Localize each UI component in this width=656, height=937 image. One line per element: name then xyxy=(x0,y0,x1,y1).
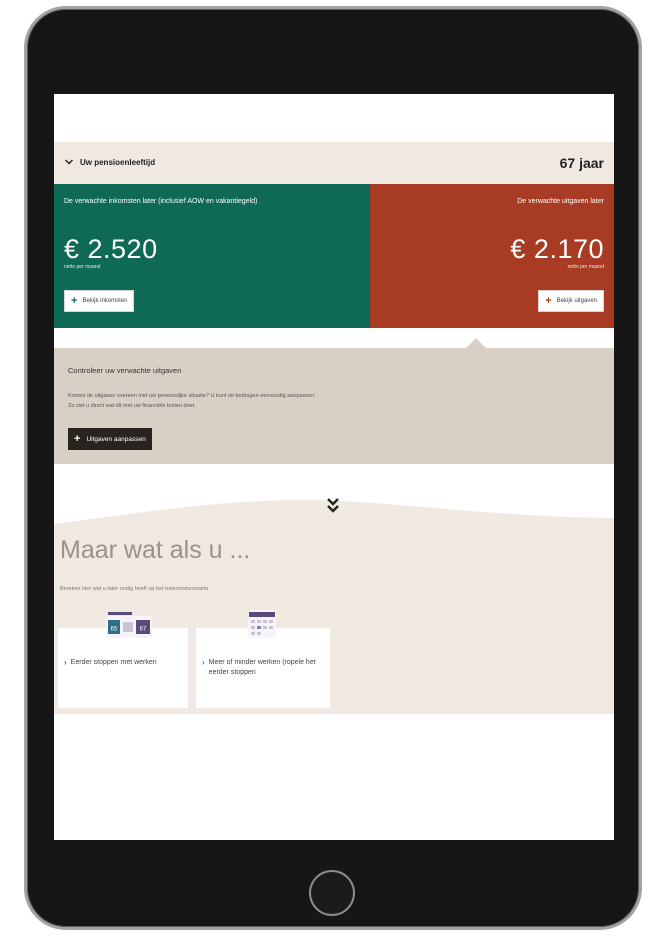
pension-age-band: Uw pensioenleeftijd 67 jaar xyxy=(54,142,614,184)
home-button[interactable] xyxy=(309,870,355,916)
icon-age-start: 65 xyxy=(111,627,118,633)
what-if-title: Maar wat als u ... xyxy=(60,536,251,564)
screen: Uw pensioenleeftijd 67 jaar De verwachte… xyxy=(54,94,614,840)
option-stop-earlier[interactable]: 65 67 › Eerder stoppen met werken xyxy=(58,612,188,708)
plus-icon: + xyxy=(71,295,78,307)
option-label-row: › Eerder stoppen met werken xyxy=(64,658,157,668)
income-period: netto per maand xyxy=(64,264,101,270)
callout-pointer xyxy=(466,338,486,348)
chevron-right-icon: › xyxy=(64,658,67,667)
adjust-expenses-label: Uitgaven aanpassen xyxy=(86,435,146,443)
view-income-label: Bekijk inkomsten xyxy=(82,298,128,304)
chevron-down-icon xyxy=(65,159,73,165)
check-expenses-title: Controleer uw verwachte uitgaven xyxy=(68,366,182,375)
check-expenses-text: Komen de uitgaven overeen met uw persoon… xyxy=(68,391,488,411)
pension-age-value: 67 jaar xyxy=(559,155,604,171)
income-card: De verwachte inkomsten later (inclusief … xyxy=(54,184,370,328)
chevron-right-icon: › xyxy=(202,658,205,667)
view-income-button[interactable]: + Bekijk inkomsten xyxy=(64,290,135,312)
option-label-row: › Meer of minder werken (ropele het eerd… xyxy=(202,658,330,678)
pension-age-label: Uw pensioenleeftijd xyxy=(80,157,156,167)
expenses-amount: € 2.170 xyxy=(510,234,604,264)
icon-age-end: 67 xyxy=(140,627,147,633)
income-amount: € 2.520 xyxy=(64,234,158,264)
view-expenses-label: Bekijk uitgaven xyxy=(556,298,597,304)
adjust-expenses-button[interactable]: + Uitgaven aanpassen xyxy=(68,428,152,450)
view-expenses-button[interactable]: + Bekijk uitgaven xyxy=(538,290,604,312)
option-label: Meer of minder werken (ropele het eerder… xyxy=(208,659,316,676)
option-label: Eerder stoppen met werken xyxy=(70,659,157,666)
what-if-text: Bereken hier wat u later nodig heeft op … xyxy=(60,586,209,592)
option-work-more-less[interactable]: › Meer of minder werken (ropele het eerd… xyxy=(196,610,330,708)
check-expenses-text-line: Zo ziet u direct wat dit met uw financië… xyxy=(68,403,196,409)
plus-icon: + xyxy=(545,295,552,307)
income-label: De verwachte inkomsten later (inclusief … xyxy=(64,198,258,205)
check-expenses-panel: Controleer uw verwachte uitgaven Komen d… xyxy=(54,348,614,464)
expenses-label: De verwachte uitgaven later xyxy=(517,198,604,205)
check-expenses-text-line: Komen de uitgaven overeen met uw persoon… xyxy=(68,393,316,399)
calendar-icon xyxy=(248,610,276,638)
double-chevron-down-icon[interactable] xyxy=(324,496,342,516)
plus-icon: + xyxy=(74,433,81,445)
expenses-period: netto per maand xyxy=(567,264,604,270)
expenses-card: De verwachte uitgaven later € 2.170 nett… xyxy=(370,184,614,328)
pension-age-toggle[interactable]: Uw pensioenleeftijd xyxy=(64,157,155,167)
calendar-age-icon: 65 67 xyxy=(106,612,152,638)
what-if-section: Maar wat als u ... Bereken hier wat u la… xyxy=(54,524,614,714)
